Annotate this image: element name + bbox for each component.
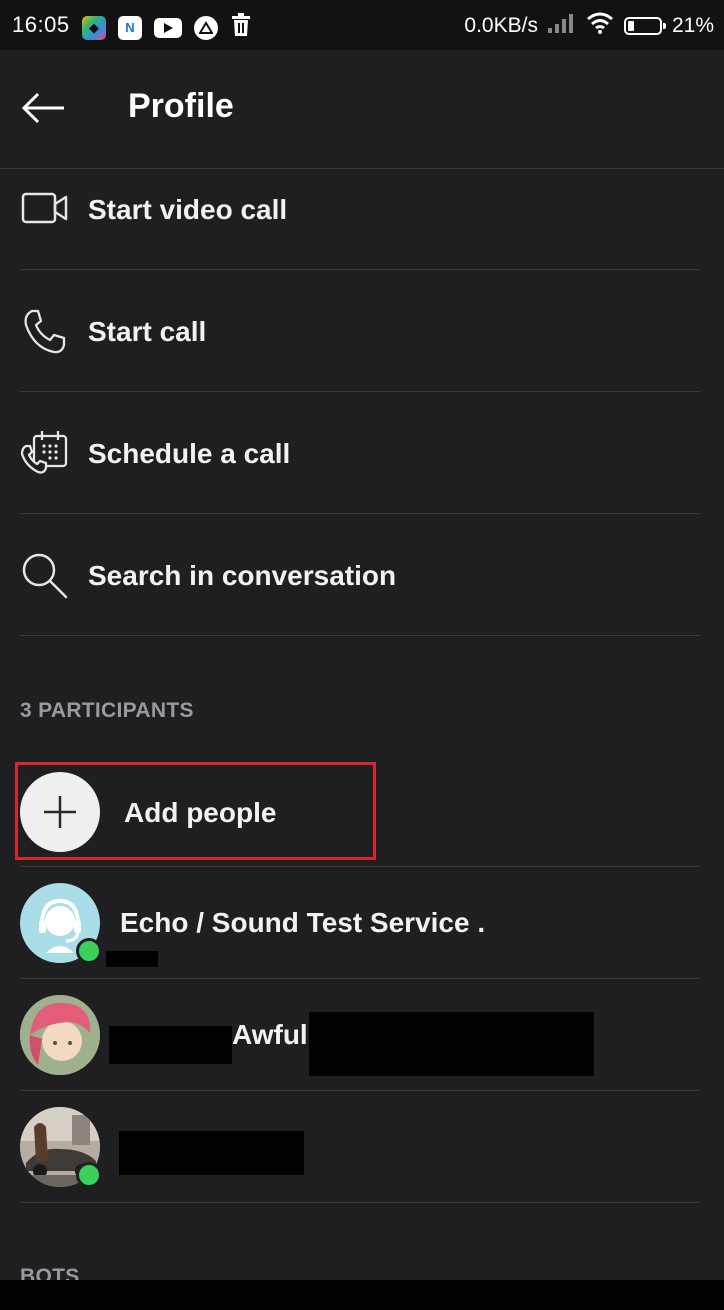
calendar-phone-icon bbox=[20, 431, 68, 474]
redacted-block bbox=[106, 951, 158, 967]
notification-icons: ◆ N bbox=[82, 13, 252, 42]
search-icon bbox=[22, 553, 68, 599]
page-title: Profile bbox=[128, 87, 234, 125]
redacted-block bbox=[309, 1012, 594, 1076]
start-call-label: Start call bbox=[88, 316, 207, 347]
search-conversation-button[interactable]: Search in conversation bbox=[20, 514, 700, 636]
trash-icon bbox=[230, 13, 252, 42]
youtube-icon bbox=[154, 17, 182, 38]
participant-name: Echo / Sound Test Service . bbox=[120, 907, 486, 938]
signal-icon bbox=[547, 13, 576, 39]
bottom-bar bbox=[0, 1280, 724, 1310]
arrow-left-icon bbox=[21, 92, 64, 124]
search-conversation-label: Search in conversation bbox=[88, 560, 397, 591]
online-indicator bbox=[76, 1162, 102, 1188]
battery-icon bbox=[623, 17, 666, 35]
battery-percent: 21% bbox=[671, 14, 714, 37]
start-video-call-label: Start video call bbox=[88, 194, 288, 225]
online-indicator bbox=[76, 938, 102, 964]
highlight-box bbox=[15, 762, 376, 860]
participants-header: 3 PARTICIPANTS bbox=[20, 699, 194, 722]
status-right: 0.0KB/s 21% bbox=[464, 12, 714, 40]
n-app-icon: N bbox=[118, 15, 142, 40]
triangle-app-icon bbox=[194, 15, 218, 40]
schedule-call-button[interactable]: Schedule a call bbox=[20, 392, 700, 514]
wifi-icon bbox=[586, 12, 614, 40]
schedule-call-label: Schedule a call bbox=[88, 438, 291, 469]
avatar bbox=[20, 995, 100, 1075]
status-bar: 16:05 ◆ N 0.0KB/s 21% bbox=[0, 0, 724, 50]
video-camera-icon bbox=[21, 192, 68, 224]
photos-icon: ◆ bbox=[82, 15, 106, 40]
status-time: 16:05 bbox=[12, 12, 70, 37]
back-button[interactable] bbox=[18, 88, 70, 128]
redacted-block bbox=[109, 1026, 232, 1064]
phone-icon bbox=[24, 309, 66, 354]
participant-row[interactable] bbox=[20, 1091, 700, 1203]
network-speed: 0.0KB/s bbox=[464, 14, 538, 37]
participant-row[interactable]: Echo / Sound Test Service . bbox=[20, 867, 700, 979]
participant-row[interactable]: Awful bbox=[20, 979, 700, 1091]
start-video-call-button[interactable]: Start video call bbox=[20, 148, 700, 270]
start-call-button[interactable]: Start call bbox=[20, 270, 700, 392]
redacted-block bbox=[119, 1131, 304, 1175]
